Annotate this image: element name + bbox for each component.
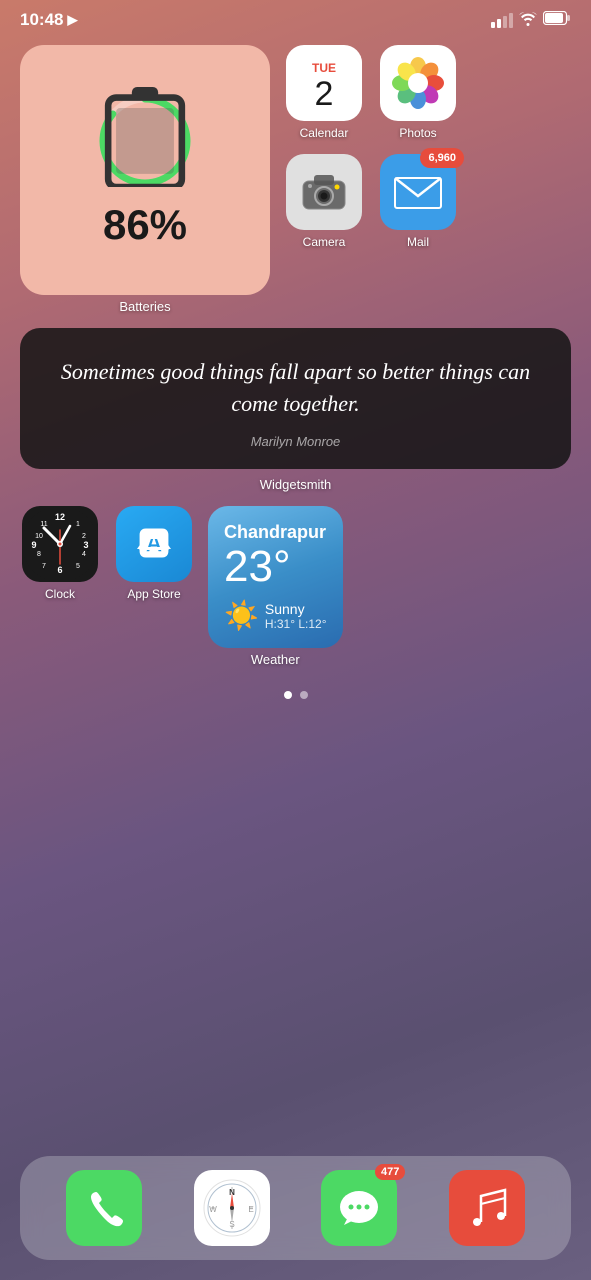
messages-app[interactable]: 477: [321, 1170, 397, 1246]
safari-app[interactable]: N S E W: [194, 1170, 270, 1246]
batteries-widget[interactable]: 86% Batteries: [20, 45, 270, 314]
weather-widget[interactable]: Chandrapur 23° ☀️ Sunny H:31° L:12° Weat…: [208, 506, 343, 667]
weather-city: Chandrapur: [224, 522, 327, 543]
svg-text:E: E: [248, 1205, 253, 1214]
weather-condition: Sunny: [265, 601, 327, 617]
mail-label: Mail: [407, 235, 429, 249]
page-dot-1: [284, 691, 292, 699]
batteries-label: Batteries: [20, 299, 270, 314]
battery-icon: [543, 11, 571, 30]
svg-text:6: 6: [57, 565, 62, 575]
camera-app[interactable]: Camera: [284, 154, 364, 249]
photos-label: Photos: [399, 126, 436, 140]
dock: N S E W: [20, 1156, 571, 1260]
quote-text: Sometimes good things fall apart so bett…: [50, 356, 541, 420]
time-display: 10:48: [20, 10, 63, 30]
page-indicators: [20, 691, 571, 699]
battery-device-icon: [95, 87, 195, 195]
weather-hl: H:31° L:12°: [265, 617, 327, 631]
appstore-label: App Store: [127, 587, 180, 601]
clock-app[interactable]: 12 6 9 3 1 2 4 5 11 10 8 7: [20, 506, 100, 601]
weather-label: Weather: [208, 652, 343, 667]
battery-percent-text: 86%: [103, 201, 187, 249]
clock-label: Clock: [45, 587, 75, 601]
messages-badge: 477: [375, 1164, 405, 1180]
page-dot-2: [300, 691, 308, 699]
camera-label: Camera: [303, 235, 346, 249]
photos-app[interactable]: Photos: [378, 45, 458, 140]
svg-text:8: 8: [37, 551, 41, 558]
phone-app[interactable]: [66, 1170, 142, 1246]
calendar-label: Calendar: [300, 126, 349, 140]
svg-text:3: 3: [83, 540, 88, 550]
quote-author: Marilyn Monroe: [50, 434, 541, 449]
clock-face: 12 6 9 3 1 2 4 5 11 10 8 7: [22, 506, 98, 582]
sun-icon: ☀️: [224, 599, 259, 632]
svg-text:2: 2: [82, 533, 86, 540]
svg-text:12: 12: [55, 512, 65, 522]
svg-text:10: 10: [35, 533, 43, 540]
calendar-day: TUE: [286, 55, 362, 77]
calendar-date: 2: [315, 77, 334, 111]
wallpaper: 10:48 ▶: [0, 0, 591, 1280]
music-app[interactable]: [449, 1170, 525, 1246]
widgetsmith-label: Widgetsmith: [20, 477, 571, 492]
svg-text:5: 5: [76, 563, 80, 570]
svg-text:7: 7: [42, 563, 46, 570]
appstore-app[interactable]: 🅰 App Store: [114, 506, 194, 601]
calendar-app[interactable]: TUE 2 Calendar: [284, 45, 364, 140]
mail-badge: 6,960: [420, 148, 464, 168]
mail-app[interactable]: 6,960 Mail: [378, 154, 458, 249]
signal-icon: [491, 13, 513, 28]
quote-widget[interactable]: Sometimes good things fall apart so bett…: [20, 328, 571, 469]
svg-text:4: 4: [82, 551, 86, 558]
weather-temp: 23°: [224, 543, 327, 591]
location-icon: ▶: [67, 12, 77, 28]
wifi-icon: [519, 12, 537, 29]
svg-text:W: W: [209, 1205, 217, 1214]
svg-text:1: 1: [76, 521, 80, 528]
status-bar: 10:48 ▶: [0, 0, 591, 35]
svg-text:9: 9: [31, 540, 36, 550]
